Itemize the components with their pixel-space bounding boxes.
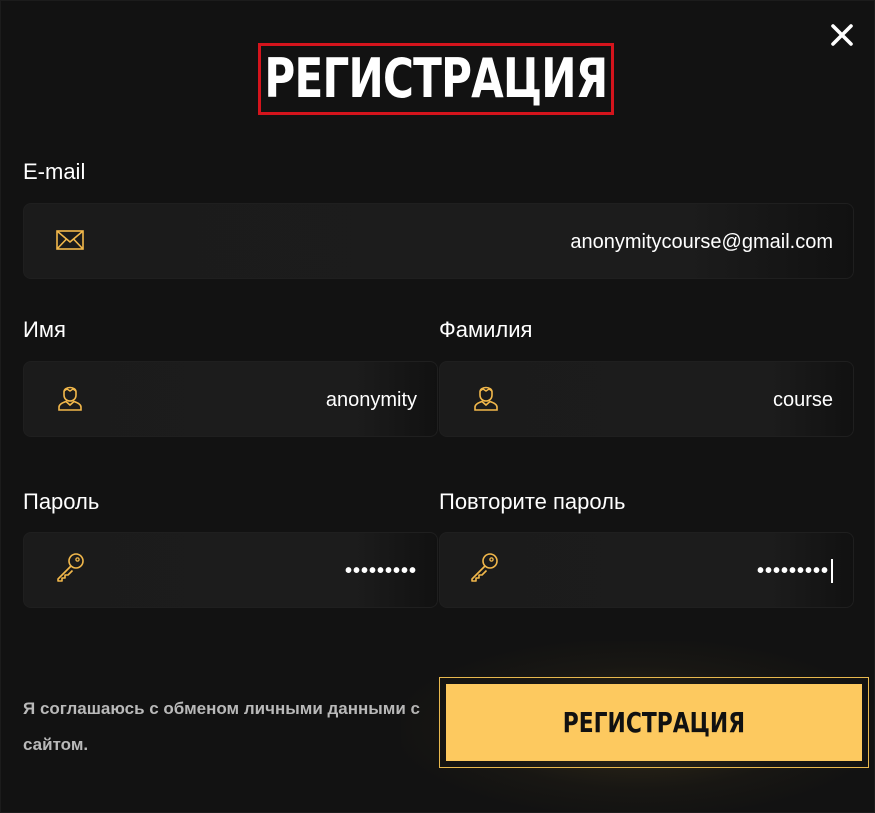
first-name-field[interactable]: anonymity xyxy=(23,361,438,437)
register-button[interactable]: РЕГИСТРАЦИЯ xyxy=(446,684,862,761)
email-label: E-mail xyxy=(23,159,86,184)
modal-title: РЕГИСТРАЦИЯ xyxy=(264,47,608,110)
close-button[interactable] xyxy=(827,20,857,50)
envelope-icon xyxy=(54,224,86,256)
password-field[interactable]: ••••••••• xyxy=(23,532,438,608)
key-icon xyxy=(468,551,500,583)
registration-modal: РЕГИСТРАЦИЯ E-mail anonymitycourse@gmail… xyxy=(0,0,875,813)
password-label: Пароль xyxy=(23,489,100,514)
first-name-label: Имя xyxy=(23,317,66,342)
last-name-field[interactable]: course xyxy=(439,361,854,437)
email-value: anonymitycourse@gmail.com xyxy=(570,230,833,253)
close-icon xyxy=(831,24,853,46)
register-button-label: РЕГИСТРАЦИЯ xyxy=(562,706,746,739)
password-repeat-label: Повторите пароль xyxy=(439,489,626,514)
last-name-value: course xyxy=(772,388,833,411)
key-icon xyxy=(54,551,86,583)
password-repeat-field[interactable]: ••••••••• xyxy=(439,532,854,608)
user-icon xyxy=(470,380,502,412)
user-icon xyxy=(54,380,86,412)
password-repeat-value: ••••••••• xyxy=(756,559,829,582)
title-highlight-box: РЕГИСТРАЦИЯ xyxy=(258,43,614,115)
text-caret xyxy=(831,559,833,583)
email-field[interactable]: anonymitycourse@gmail.com xyxy=(23,203,854,279)
last-name-label: Фамилия xyxy=(439,317,533,342)
agreement-text: Я соглашаюсь с обменом личными данными с… xyxy=(23,699,420,754)
password-repeat-value-wrap: ••••••••• xyxy=(757,533,833,609)
password-value: ••••••••• xyxy=(344,559,417,582)
first-name-value: anonymity xyxy=(325,388,417,411)
